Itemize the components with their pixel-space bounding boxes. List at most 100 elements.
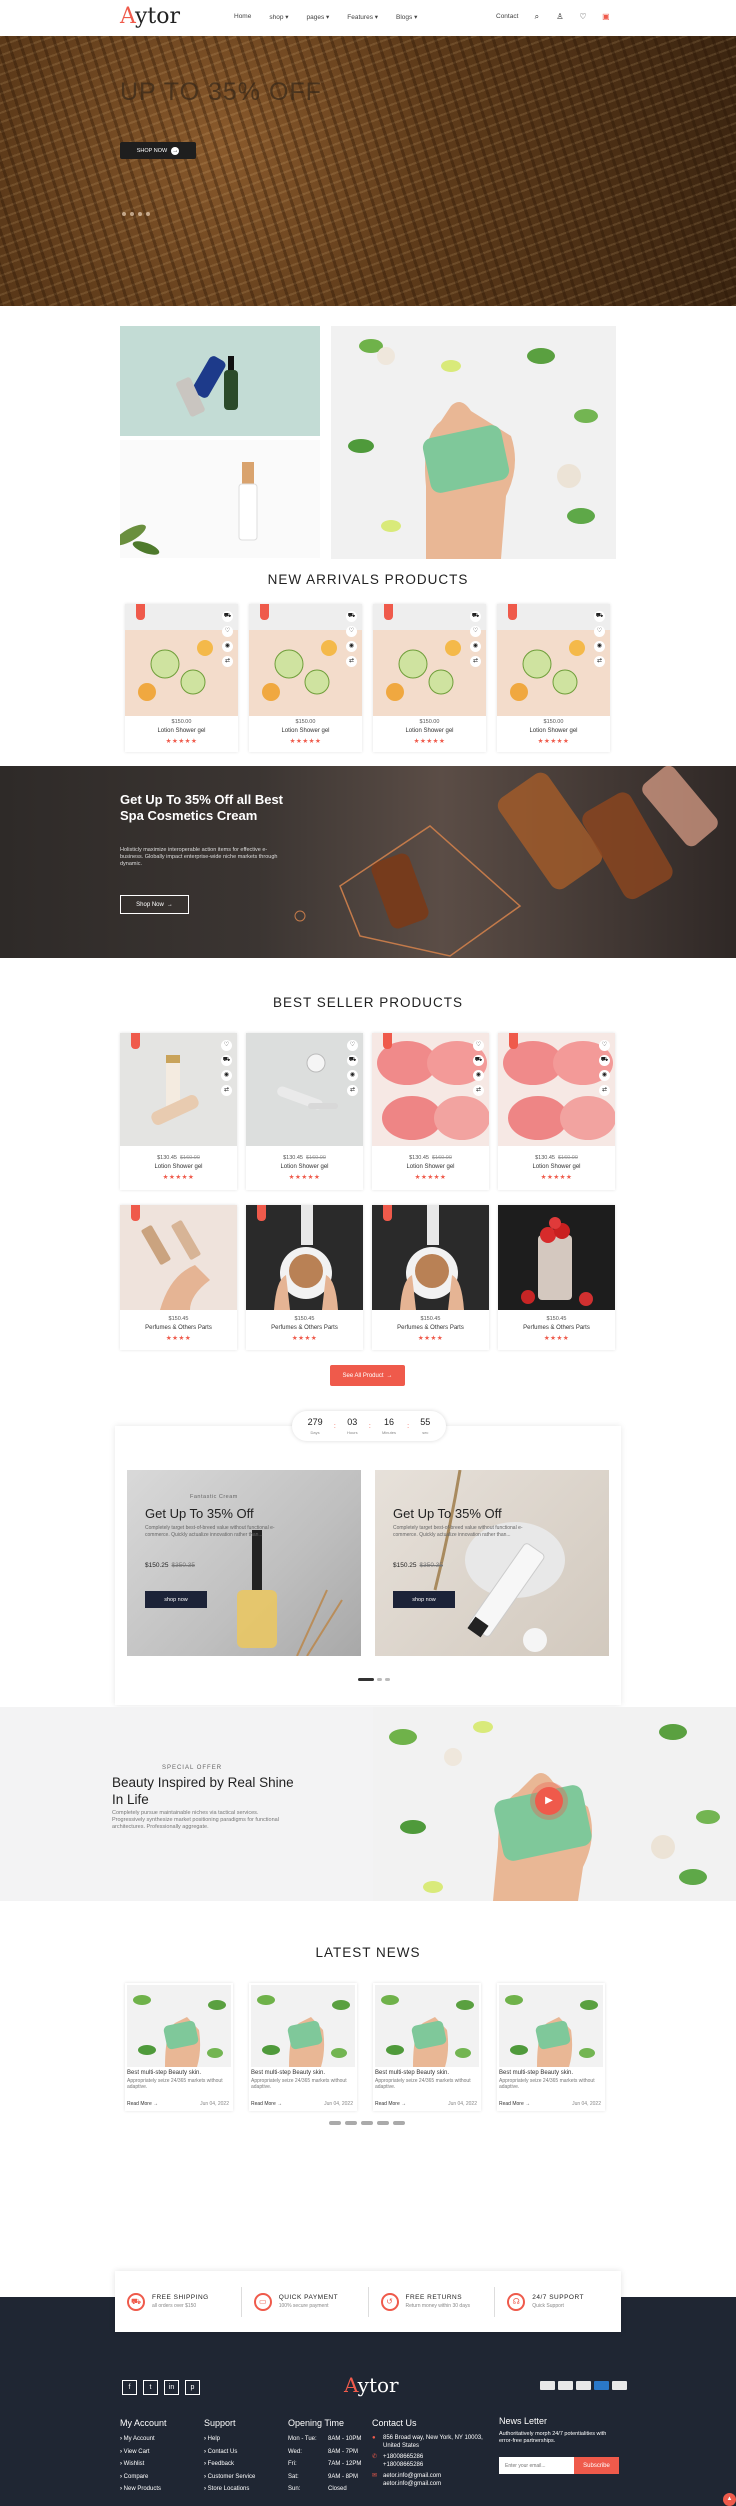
nav-home[interactable]: Home — [234, 13, 251, 21]
eye-icon[interactable]: ◉ — [347, 1070, 358, 1081]
heart-icon[interactable]: ♡ — [222, 626, 233, 637]
banner-white-bottle[interactable] — [120, 440, 320, 558]
product-image[interactable]: ⛟ ♡ ◉ ⇄ — [125, 604, 238, 716]
product-name[interactable]: Lotion Shower gel — [246, 1164, 363, 1170]
product-name[interactable]: Lotion Shower gel — [372, 1164, 489, 1170]
product-name[interactable]: Perfumes & Others Parts — [120, 1325, 237, 1331]
footer-link[interactable]: Store Locations — [204, 2483, 279, 2496]
eye-icon[interactable]: ◉ — [599, 1070, 610, 1081]
subscribe-button[interactable]: Subscribe — [574, 2457, 619, 2474]
product-name[interactable]: Lotion Shower gel — [125, 728, 238, 734]
deal-card[interactable]: Get Up To 35% Off Completely target best… — [375, 1470, 609, 1656]
product-name[interactable]: Lotion Shower gel — [120, 1164, 237, 1170]
product-image[interactable] — [120, 1205, 237, 1310]
email-address[interactable]: aetor.info@gmail.com — [383, 2473, 497, 2481]
compare-icon[interactable]: ⇄ — [347, 1085, 358, 1096]
footer-link[interactable]: My Account — [120, 2433, 190, 2446]
scroll-to-top-button[interactable]: ▲ — [723, 2493, 736, 2506]
product-image[interactable] — [246, 1205, 363, 1310]
hero-slider-dots[interactable] — [122, 212, 150, 216]
product-card[interactable]: ⛟ ♡ ◉ ⇄ $150.00 Lotion Shower gel ★★★★★ — [497, 604, 610, 752]
product-image[interactable]: ♡ ⛟ ◉ ⇄ — [372, 1033, 489, 1146]
slider-dot[interactable] — [377, 1678, 382, 1681]
eye-icon[interactable]: ◉ — [594, 641, 605, 652]
product-card[interactable]: ♡ ⛟ ◉ ⇄ $130.45 $160.00 Lotion Shower gel ★★… — [372, 1033, 489, 1190]
email-address[interactable]: aetor.info@gmail.com — [383, 2481, 497, 2489]
product-name[interactable]: Lotion Shower gel — [249, 728, 362, 734]
pinterest-icon[interactable]: p — [185, 2380, 200, 2395]
footer-link[interactable]: Help — [204, 2433, 279, 2446]
eye-icon[interactable]: ◉ — [221, 1070, 232, 1081]
banner-serum-bottles[interactable] — [120, 326, 320, 436]
news-image[interactable] — [251, 1985, 355, 2067]
footer-logo[interactable]: Aytor — [344, 2373, 399, 2397]
footer-link[interactable]: Compare — [120, 2471, 190, 2484]
product-name[interactable]: Perfumes & Others Parts — [246, 1325, 363, 1331]
product-image[interactable]: ⛟ ♡ ◉ ⇄ — [249, 604, 362, 716]
instagram-icon[interactable]: in — [164, 2380, 179, 2395]
read-more-link[interactable]: Read More → — [127, 2101, 158, 2107]
compare-icon[interactable]: ⇄ — [594, 656, 605, 667]
heart-icon[interactable]: ♡ — [470, 626, 481, 637]
product-name[interactable]: Lotion Shower gel — [498, 1164, 615, 1170]
pager-dot[interactable] — [345, 2121, 357, 2125]
nav-shop[interactable]: shop ▾ — [269, 13, 288, 21]
news-card[interactable]: Best multi-step Beauty skin. Appropriate… — [249, 1983, 357, 2111]
product-card[interactable]: $150.45 Perfumes & Others Parts ★★★★ — [498, 1205, 615, 1350]
read-more-link[interactable]: Read More → — [499, 2101, 530, 2107]
news-pagination[interactable] — [329, 2121, 405, 2125]
search-icon[interactable]: ⌕ — [532, 12, 541, 21]
compare-icon[interactable]: ⇄ — [473, 1085, 484, 1096]
eye-icon[interactable]: ◉ — [473, 1070, 484, 1081]
see-all-product-button[interactable]: See All Product → — [330, 1365, 405, 1386]
product-image[interactable]: ♡ ⛟ ◉ ⇄ — [498, 1033, 615, 1146]
cart-icon[interactable]: ⛟ — [599, 1055, 610, 1066]
eye-icon[interactable]: ◉ — [346, 641, 357, 652]
user-icon[interactable]: ♙ — [555, 12, 564, 21]
news-title[interactable]: Best multi-step Beauty skin. — [127, 2070, 227, 2076]
news-card[interactable]: Best multi-step Beauty skin. Appropriate… — [497, 1983, 605, 2111]
product-name[interactable]: Lotion Shower gel — [497, 728, 610, 734]
footer-link[interactable]: Customer Service — [204, 2471, 279, 2484]
facebook-icon[interactable]: f — [122, 2380, 137, 2395]
product-card[interactable]: $150.45 Perfumes & Others Parts ★★★★ — [120, 1205, 237, 1350]
footer-link[interactable]: View Cart — [120, 2446, 190, 2459]
compare-icon[interactable]: ⇄ — [470, 656, 481, 667]
play-video-button[interactable]: ▶ — [535, 1787, 563, 1815]
cart-icon[interactable]: ⛟ — [594, 611, 605, 622]
compare-icon[interactable]: ⇄ — [222, 656, 233, 667]
read-more-link[interactable]: Read More → — [251, 2101, 282, 2107]
footer-link[interactable]: Wishlist — [120, 2458, 190, 2471]
product-image[interactable] — [372, 1205, 489, 1310]
product-card[interactable]: ♡ ⛟ ◉ ⇄ $130.45 $160.00 Lotion Shower gel ★★… — [246, 1033, 363, 1190]
banner-soap-hand[interactable] — [331, 326, 616, 559]
cart-icon[interactable]: ⛟ — [346, 611, 357, 622]
news-title[interactable]: Best multi-step Beauty skin. — [375, 2070, 475, 2076]
cosmetics-shop-now-button[interactable]: Shop Now → — [120, 895, 189, 914]
news-image[interactable] — [375, 1985, 479, 2067]
slider-dot[interactable] — [146, 212, 150, 216]
footer-link[interactable]: New Products — [120, 2483, 190, 2496]
deal-slider-dots[interactable] — [358, 1678, 390, 1681]
product-name[interactable]: Perfumes & Others Parts — [372, 1325, 489, 1331]
product-card[interactable]: $150.45 Perfumes & Others Parts ★★★★ — [246, 1205, 363, 1350]
cart-icon[interactable]: ⛟ — [222, 611, 233, 622]
site-logo[interactable]: Aytor — [120, 4, 180, 29]
cart-icon[interactable]: ▣ — [601, 12, 610, 21]
news-image[interactable] — [127, 1985, 231, 2067]
product-image[interactable] — [498, 1205, 615, 1310]
product-card[interactable]: ⛟ ♡ ◉ ⇄ $150.00 Lotion Shower gel ★★★★★ — [373, 604, 486, 752]
nav-contact[interactable]: Contact — [496, 13, 518, 20]
heart-icon[interactable]: ♡ — [599, 1040, 610, 1051]
deal-shop-now-button[interactable]: shop now — [145, 1591, 207, 1608]
compare-icon[interactable]: ⇄ — [346, 656, 357, 667]
news-title[interactable]: Best multi-step Beauty skin. — [499, 2070, 599, 2076]
heart-icon[interactable]: ♡ — [346, 626, 357, 637]
product-image[interactable]: ♡ ⛟ ◉ ⇄ — [120, 1033, 237, 1146]
news-card[interactable]: Best multi-step Beauty skin. Appropriate… — [373, 1983, 481, 2111]
news-image[interactable] — [499, 1985, 603, 2067]
twitter-icon[interactable]: t — [143, 2380, 158, 2395]
product-card[interactable]: $150.45 Perfumes & Others Parts ★★★★ — [372, 1205, 489, 1350]
heart-icon[interactable]: ♡ — [594, 626, 605, 637]
pager-dot[interactable] — [329, 2121, 341, 2125]
